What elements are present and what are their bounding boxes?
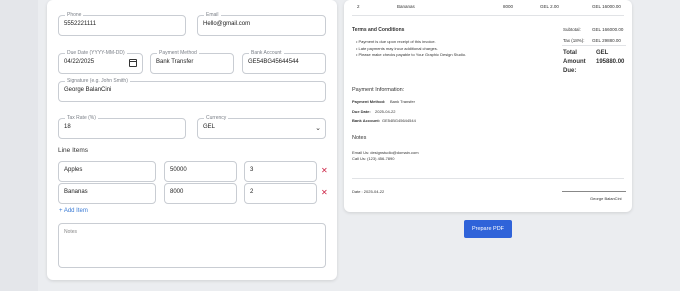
total-label: Amount — [563, 59, 586, 65]
terms-title: Terms and Conditions — [352, 27, 405, 33]
payment-method-value: Bank Transfer — [390, 99, 415, 104]
item-price-value: 8000 — [170, 189, 184, 195]
bank-account-label: Bank Account: — [352, 118, 381, 123]
tax-label: Tax (18%): — [563, 38, 585, 43]
item-name-value: Bananas — [64, 189, 88, 195]
table-cell-name: Bananas — [397, 4, 415, 9]
payment-method-label: Payment Method — [157, 49, 199, 57]
remove-item-icon[interactable]: ✕ — [321, 188, 328, 197]
terms-item: • Late payments may incur additional cha… — [356, 46, 438, 51]
tax-rate-value: 18 — [64, 124, 71, 130]
table-cell-amount: GEL 16000.00 — [592, 4, 621, 9]
notes-placeholder: Notes — [64, 229, 78, 235]
table-cell-num: 2 — [357, 4, 360, 9]
signature-name: George BalanCini — [590, 196, 622, 201]
left-sidebar-strip — [0, 0, 38, 291]
item-qty-input[interactable]: 2 — [244, 183, 317, 204]
item-qty-value: 3 — [250, 167, 254, 173]
phone-field[interactable]: Phone 5552221111 — [58, 11, 186, 36]
due-date-value: 04/22/2025 — [64, 59, 95, 65]
bank-account-value: GE54BG45644544 — [248, 59, 299, 65]
invoice-preview-card: 2 Bananas 8000 GEL 2.00 GEL 16000.00 Ter… — [344, 0, 632, 212]
notes-title: Notes — [352, 135, 367, 141]
subtotal-label: Subtotal: — [563, 27, 581, 32]
signature-line — [562, 191, 626, 192]
tax-rate-field[interactable]: Tax Rate (%) 18 — [58, 114, 186, 139]
due-date-label: Due Date (YYYY-MM-DD) — [65, 49, 127, 57]
tax-value: GEL 29880.00 — [592, 38, 621, 43]
phone-value: 5552221111 — [64, 21, 97, 27]
terms-item: • Payment is due upon receipt of this in… — [356, 39, 436, 44]
currency-label: Currency — [204, 114, 229, 122]
chevron-down-icon: ⌄ — [315, 125, 321, 132]
divider — [562, 45, 626, 46]
total-label: Total — [563, 50, 577, 56]
divider — [352, 178, 624, 179]
remove-item-icon[interactable]: ✕ — [321, 166, 328, 175]
payment-method-value: Bank Transfer — [156, 59, 194, 65]
phone-label: Phone — [65, 11, 84, 19]
total-value: 195880.00 — [596, 59, 625, 65]
total-currency: GEL — [596, 50, 609, 56]
signature-value: George BalanCini — [64, 87, 112, 93]
total-label: Due: — [563, 68, 577, 74]
item-name-value: Apples — [64, 167, 83, 173]
notes-textarea[interactable]: Notes — [58, 223, 326, 268]
prepare-pdf-button[interactable]: Prepare PDF — [464, 220, 512, 238]
bank-account-label: Bank Account — [249, 49, 284, 57]
item-qty-value: 2 — [250, 189, 254, 195]
contact-phone: Call Us: (123) 456-7890 — [352, 156, 395, 161]
due-date-field[interactable]: Due Date (YYYY-MM-DD) 04/22/2025 — [58, 49, 143, 74]
item-qty-input[interactable]: 3 — [244, 161, 317, 182]
item-name-input[interactable]: Apples — [58, 161, 156, 182]
contact-email: Email Us: designstudio@domain.com — [352, 150, 419, 155]
line-items-title: Line Items — [58, 147, 88, 154]
currency-value: GEL — [203, 124, 216, 130]
table-cell-price: 8000 — [503, 4, 514, 9]
item-price-value: 50000 — [170, 167, 187, 173]
item-price-input[interactable]: 50000 — [164, 161, 237, 182]
item-name-input[interactable]: Bananas — [58, 183, 156, 204]
terms-item: • Please make checks payable to Your Gra… — [356, 52, 467, 57]
payment-method-label: Payment Method: — [352, 99, 386, 104]
table-cell-total: GEL 2.00 — [540, 4, 559, 9]
add-item-button[interactable]: + Add Item — [59, 208, 88, 214]
payment-info-title: Payment Information: — [352, 87, 405, 93]
subtotal-value: GEL 166000.00 — [592, 27, 624, 32]
email-label: Email — [204, 11, 221, 19]
calendar-icon[interactable] — [129, 59, 137, 67]
signature-field[interactable]: Signature (e.g. John Smith) George Balan… — [58, 77, 326, 102]
tax-rate-label: Tax Rate (%) — [65, 114, 98, 122]
currency-select[interactable]: Currency GEL ⌄ — [197, 114, 326, 139]
bank-account-value: GE54BG45644544 — [382, 118, 416, 123]
email-field[interactable]: Email Hello@gmail.com — [197, 11, 326, 36]
divider — [352, 15, 624, 16]
bank-account-field[interactable]: Bank Account GE54BG45644544 — [242, 49, 326, 74]
email-value: Hello@gmail.com — [203, 21, 251, 27]
due-date-label: Due Date: — [352, 109, 371, 114]
invoice-date: Date : 2025-04-22 — [352, 189, 385, 194]
invoice-form-card: Phone 5552221111 Email Hello@gmail.com D… — [47, 0, 337, 280]
due-date-value: 2025-04-22 — [375, 109, 396, 114]
item-price-input[interactable]: 8000 — [164, 183, 237, 204]
payment-method-field[interactable]: Payment Method Bank Transfer — [150, 49, 234, 74]
signature-label: Signature (e.g. John Smith) — [65, 77, 130, 85]
